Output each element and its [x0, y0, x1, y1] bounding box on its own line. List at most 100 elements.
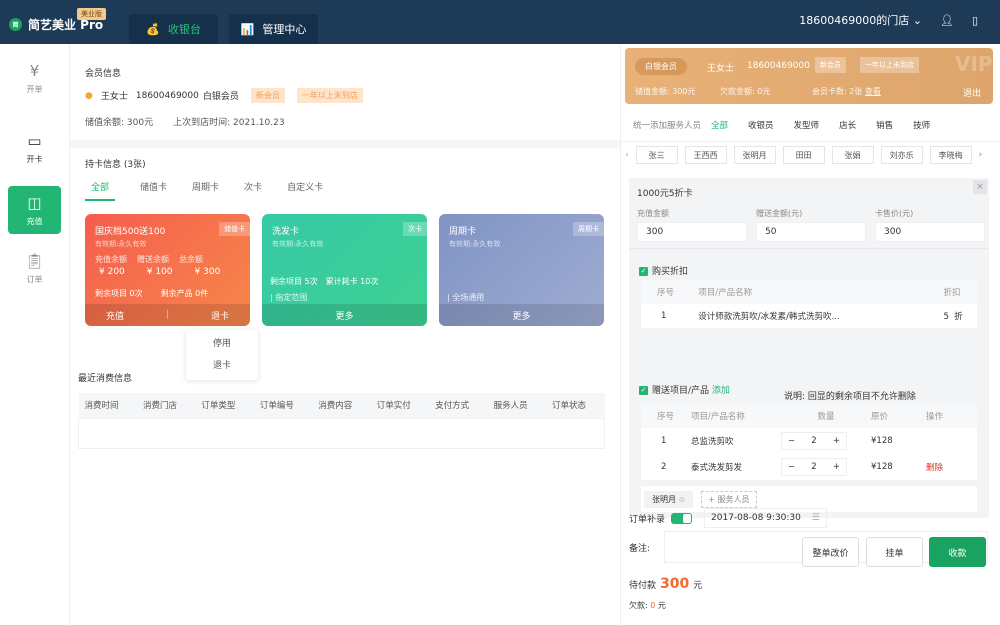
checkout-button[interactable]: 收款 — [929, 537, 986, 567]
tab-all[interactable]: 全部 — [85, 180, 116, 201]
staff-chip[interactable]: 张娟 — [831, 146, 874, 164]
period-card[interactable]: 周期卡 周期卡 有效期:永久有效 | 全场通用 更多 — [439, 214, 604, 326]
close-icon[interactable]: × — [973, 180, 987, 194]
col-header: 消费时间 — [78, 393, 137, 418]
wash-card[interactable]: 次卡 洗发卡 有效期:永久有效 剩余项目 5次 累计耗卡 10次 | 指定范围 更… — [262, 214, 427, 326]
gift-amount-input[interactable]: 50 — [756, 222, 866, 242]
staff-chip[interactable]: 李晓梅 — [929, 146, 972, 164]
tab-management[interactable]: 📊 管理中心 — [229, 14, 318, 44]
staff-chip[interactable]: 田田 — [782, 146, 825, 164]
remove-icon[interactable]: ⊗ — [679, 495, 686, 504]
sidebar: ¥ 开单 ▭ 开卡 ◫ 充值 📋︎ 订单 — [0, 44, 70, 625]
vip-watermark: VIP — [955, 52, 993, 76]
vip-phone: 18600469000 — [747, 61, 810, 71]
datetime-input[interactable]: 2017-08-08 9:30:30 ☰ — [704, 508, 827, 528]
minus-button[interactable]: − — [788, 462, 795, 472]
money-bag-icon: 💰 — [146, 22, 160, 36]
sidebar-item-open-card[interactable]: ▭ 开卡 — [8, 124, 61, 172]
vip-banner: 白银会员 王女士 18600469000 新会员 一年以上未到店 VIP 储值金… — [625, 48, 993, 104]
chevron-left-icon[interactable]: ‹ — [625, 150, 629, 160]
delete-button[interactable]: 删除 — [926, 454, 977, 480]
row-no: 1 — [661, 311, 667, 321]
discount-unit: 折 — [954, 312, 963, 322]
filter-all[interactable]: 全部 — [711, 119, 728, 131]
owed-amount: 0 — [650, 601, 656, 610]
more-button[interactable]: 更多 — [335, 309, 353, 322]
add-staff-button[interactable]: + 服务人员 — [701, 490, 757, 508]
discount-input[interactable]: 5 — [943, 312, 948, 322]
col-header: 订单实付 — [370, 393, 430, 418]
filter-stylist[interactable]: 发型师 — [794, 119, 820, 131]
minus-button[interactable]: − — [788, 436, 795, 446]
staff-chip[interactable]: 张三 — [635, 146, 678, 164]
row-action[interactable] — [926, 428, 977, 454]
plus-button[interactable]: + — [833, 462, 840, 472]
menu-item-refund[interactable]: 退卡 — [186, 355, 258, 377]
brand-icon: 简 — [9, 18, 22, 31]
due-amount: 300 — [660, 576, 690, 592]
user-icon[interactable]: 👤︎ — [940, 14, 954, 27]
filter-manager[interactable]: 店长 — [839, 119, 856, 131]
col-header: 操作 — [926, 411, 944, 422]
sidebar-item-orders[interactable]: 📋︎ 订单 — [8, 244, 61, 292]
due-unit: 元 — [693, 581, 703, 591]
tab-custom-card[interactable]: 自定义卡 — [287, 180, 323, 201]
sidebar-label: 订单 — [26, 274, 43, 284]
field-label: 充值金额 — [637, 209, 669, 218]
col-header: 序号 — [657, 411, 675, 422]
filter-cashier[interactable]: 收银员 — [748, 119, 774, 131]
add-gift-link[interactable]: 添加 — [712, 386, 730, 396]
top-header: 简简艺美业 Pro 美业版 💰 收银台 📊 管理中心 18600469000的门店 … — [0, 0, 1000, 44]
card-name: 周期卡 — [449, 227, 477, 237]
hold-order-button[interactable]: 挂单 — [866, 537, 923, 567]
checkbox-gift[interactable]: ✓ — [639, 386, 648, 395]
menu-item-disable[interactable]: 停用 — [186, 333, 258, 355]
staff-chip[interactable]: 张明月 — [733, 146, 776, 164]
supplement-row: 订单补录 2017-08-08 9:30:30 ☰ — [629, 508, 827, 528]
value: ¥ 100 — [146, 267, 173, 277]
sidebar-item-recharge[interactable]: ◫ 充值 — [8, 186, 61, 234]
stored-value-card[interactable]: 储值卡 国庆档500送100 有效期:永久有效 充值余额 赠送余额 总余额 ¥ 20… — [85, 214, 250, 326]
filter-technician[interactable]: 技师 — [913, 119, 930, 131]
chevron-down-icon: ⌄ — [912, 14, 922, 27]
member-stats: 储值余额: 300元 上次到店时间: 2021.10.23 — [85, 115, 285, 128]
refund-card-button[interactable]: 退卡 — [211, 309, 229, 322]
checkbox-discount[interactable]: ✓ — [639, 267, 648, 276]
sidebar-item-order-create[interactable]: ¥ 开单 — [8, 54, 61, 102]
quantity-stepper[interactable]: − 2 + — [781, 458, 847, 476]
table-row: 1 设计师款洗剪吹/冰发素/韩式洗剪吹... 5 折 — [641, 304, 977, 328]
card-form: × 1000元5折卡 充值金额 赠送金额(元) 卡售价(元) 300 50 30… — [629, 178, 989, 518]
member-section-title: 会员信息 — [85, 69, 122, 79]
divider — [70, 140, 620, 148]
change-price-button[interactable]: 整单改价 — [802, 537, 859, 567]
tab-stored-card[interactable]: 储值卡 — [140, 180, 167, 201]
tab-cashier[interactable]: 💰 收银台 — [129, 14, 218, 44]
member-tag: 一年以上未到店 — [296, 88, 363, 103]
owed-label: 欠款: — [629, 601, 648, 610]
quantity-stepper[interactable]: − 2 + — [781, 432, 847, 450]
tab-times-card[interactable]: 次卡 — [244, 180, 262, 201]
chevron-right-icon[interactable]: › — [979, 150, 983, 160]
card-type-badge: 周期卡 — [573, 222, 604, 236]
recharge-amount-input[interactable]: 300 — [637, 222, 747, 242]
card-icon: ▭ — [27, 131, 42, 150]
tab-period-card[interactable]: 周期卡 — [192, 180, 219, 201]
col-header: 订单类型 — [195, 393, 254, 418]
view-link[interactable]: 查看 — [865, 87, 881, 96]
remain-items: 剩余项目 5次 — [270, 277, 318, 286]
store-selector[interactable]: 18600469000的门店 ⌄ — [799, 12, 922, 28]
filter-sales[interactable]: 销售 — [876, 119, 893, 131]
owed-unit: 元 — [657, 601, 666, 610]
card-price-input[interactable]: 300 — [875, 222, 985, 242]
tablet-icon[interactable]: ▯ — [972, 14, 978, 27]
plus-button[interactable]: + — [833, 436, 840, 446]
staff-chip[interactable]: 王西西 — [684, 146, 727, 164]
remark-label: 备注: — [629, 544, 651, 554]
supplement-toggle[interactable] — [671, 512, 693, 524]
logout-button[interactable]: 退出 — [963, 86, 981, 99]
recharge-button[interactable]: 充值 — [106, 309, 124, 322]
qty: 2 — [811, 462, 817, 472]
cards-value: 2张 — [849, 87, 863, 96]
more-button[interactable]: 更多 — [512, 309, 530, 322]
staff-chip[interactable]: 刘亦乐 — [880, 146, 923, 164]
